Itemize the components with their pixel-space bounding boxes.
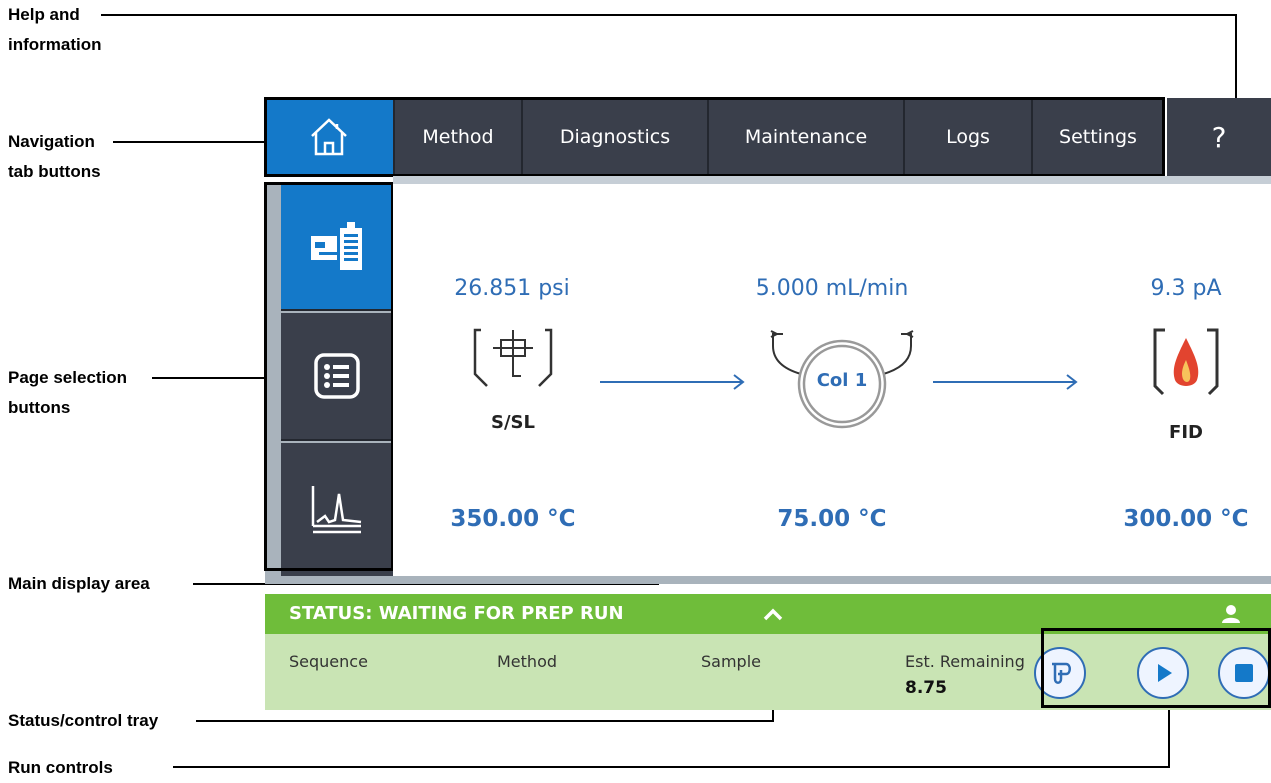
page-selection-highlight-box (264, 182, 394, 571)
column-temperature[interactable]: 75.00 °C (732, 506, 932, 532)
inlet-temperature[interactable]: 350.00 °C (413, 506, 613, 532)
inlet-icon[interactable] (473, 326, 553, 396)
main-display-area: 26.851 psi S/SL 350.00 °C 5.000 mL/min C… (393, 184, 1271, 576)
column-flow[interactable]: 5.000 mL/min (732, 276, 932, 301)
flow-arrow-icon (600, 374, 745, 390)
callout-help: Help and information (8, 0, 102, 60)
user-icon[interactable] (1221, 604, 1241, 624)
sequence-label: Sequence (289, 652, 368, 671)
page-leader (152, 377, 266, 379)
main-bottom-border (265, 576, 1271, 584)
help-button[interactable]: ? (1167, 98, 1271, 176)
sample-label: Sample (701, 652, 761, 671)
column-label: Col 1 (816, 370, 868, 391)
nav-leader (113, 141, 266, 143)
run-leader-v (1168, 707, 1170, 768)
chevron-up-icon[interactable] (762, 606, 784, 622)
main-top-border (393, 176, 1271, 184)
callout-nav-line2: tab buttons (8, 162, 101, 181)
flame-detector-icon[interactable] (1151, 326, 1221, 402)
status-leader-h (196, 720, 774, 722)
detector-signal[interactable]: 9.3 pA (1116, 276, 1256, 301)
callout-page-line2: buttons (8, 398, 71, 417)
callout-status-tray: Status/control tray (8, 711, 159, 730)
est-remaining-value: 8.75 (905, 678, 947, 698)
callout-run-controls: Run controls (8, 758, 113, 777)
nav-highlight-box (264, 97, 1165, 177)
callout-navigation: Navigation tab buttons (8, 127, 101, 187)
status-text: STATUS: WAITING FOR PREP RUN (289, 603, 624, 624)
flow-arrow-icon (933, 374, 1078, 390)
callout-page-selection: Page selection buttons (8, 363, 127, 423)
detector-label: FID (1169, 422, 1203, 443)
callout-page-line1: Page selection (8, 368, 128, 387)
est-remaining-label: Est. Remaining (905, 652, 1025, 671)
detector-temperature[interactable]: 300.00 °C (1086, 506, 1271, 532)
callout-help-line1: Help and (8, 5, 80, 24)
callout-nav-line1: Navigation (8, 132, 95, 151)
method-label: Method (497, 652, 558, 671)
help-leader-h (101, 14, 1237, 16)
callout-help-line2: information (8, 35, 102, 54)
inlet-label: S/SL (491, 412, 535, 433)
run-controls-highlight-box (1041, 628, 1271, 708)
inlet-pressure[interactable]: 26.851 psi (437, 276, 587, 301)
callout-main-display: Main display area (8, 574, 150, 593)
run-leader-h (173, 766, 1170, 768)
